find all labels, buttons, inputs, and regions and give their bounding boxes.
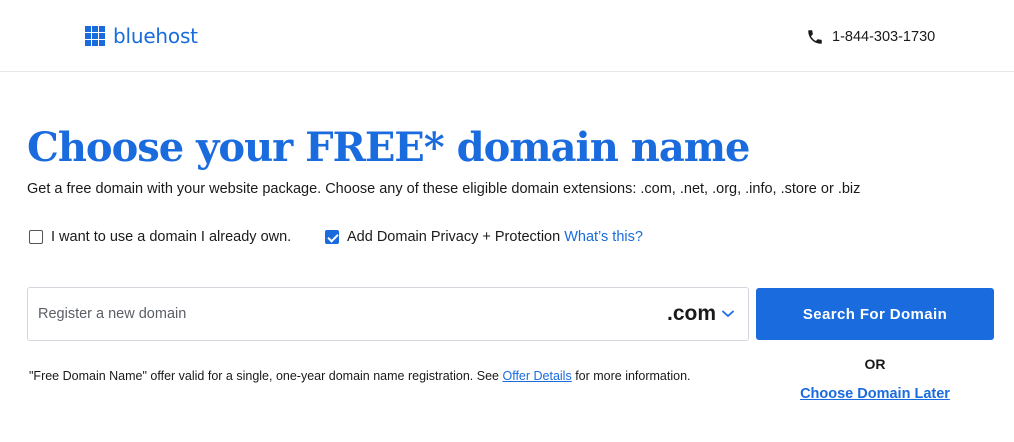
logo-text: bluehost: [113, 24, 198, 48]
domain-privacy-option[interactable]: Add Domain Privacy + Protection What’s t…: [325, 229, 643, 245]
own-domain-option[interactable]: I want to use a domain I already own.: [29, 229, 291, 245]
whats-this-link[interactable]: What’s this?: [564, 229, 643, 245]
offer-details-link[interactable]: Offer Details: [502, 369, 571, 383]
disclaimer-suffix: for more information.: [571, 369, 691, 383]
phone-number: 1-844-303-1730: [832, 29, 936, 45]
phone-icon: [808, 30, 822, 44]
domain-privacy-label-text: Add Domain Privacy + Protection: [347, 229, 561, 245]
own-domain-checkbox[interactable]: [29, 230, 43, 244]
tld-selected-value: .com: [666, 302, 716, 325]
page-subtitle: Get a free domain with your website pack…: [27, 181, 861, 197]
domain-search-box: .com: [27, 287, 749, 341]
own-domain-label: I want to use a domain I already own.: [51, 229, 292, 245]
chevron-down-icon: [722, 310, 734, 317]
domain-privacy-checkbox[interactable]: [325, 230, 339, 244]
page-title: Choose your FREE* domain name: [27, 124, 751, 171]
domain-privacy-label: Add Domain Privacy + Protection What’s t…: [347, 229, 643, 245]
tld-dropdown[interactable]: .com: [667, 302, 748, 326]
bluehost-logo[interactable]: bluehost: [85, 24, 198, 48]
grid-logo-icon: [85, 26, 105, 46]
domain-search-input[interactable]: [28, 288, 667, 340]
or-separator: OR: [864, 356, 886, 372]
choose-domain-later-link[interactable]: Choose Domain Later: [756, 386, 994, 402]
search-for-domain-button[interactable]: Search For Domain: [756, 288, 994, 340]
phone-contact[interactable]: 1-844-303-1730: [806, 28, 935, 46]
disclaimer-prefix: "Free Domain Name" offer valid for a sin…: [29, 369, 503, 383]
site-header: bluehost 1-844-303-1730: [0, 0, 1014, 72]
free-domain-disclaimer: "Free Domain Name" offer valid for a sin…: [29, 369, 691, 383]
